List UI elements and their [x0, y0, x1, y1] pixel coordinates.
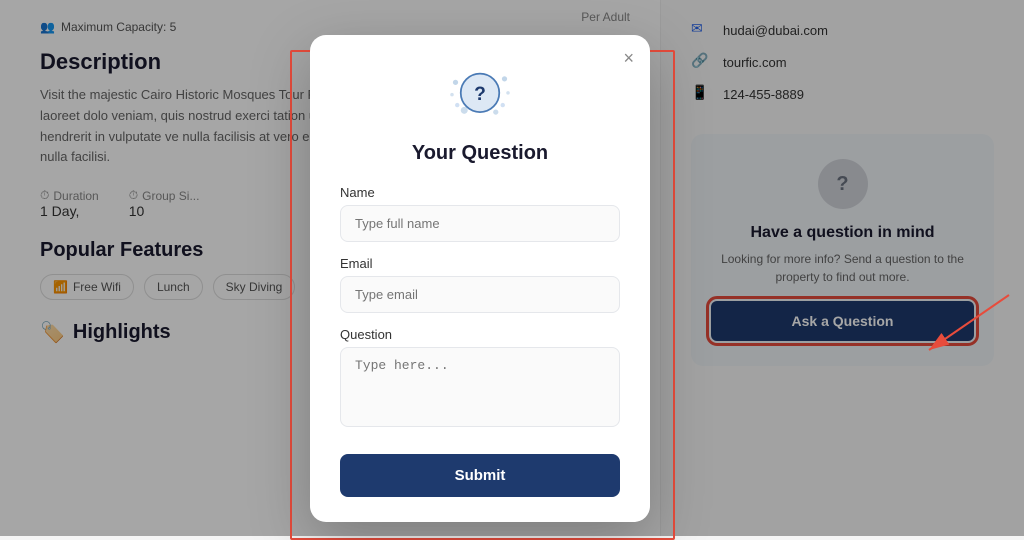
question-textarea[interactable]	[340, 347, 620, 427]
email-label: Email	[340, 256, 620, 271]
modal-icon-container: ?	[340, 65, 620, 130]
modal-title: Your Question	[340, 142, 620, 165]
question-modal: × ? Your Question Name Email Question	[310, 35, 650, 522]
question-label: Question	[340, 327, 620, 342]
question-field-group: Question	[340, 327, 620, 432]
email-input[interactable]	[340, 276, 620, 313]
question-illustration: ?	[445, 65, 515, 125]
email-field-group: Email	[340, 256, 620, 313]
name-label: Name	[340, 185, 620, 200]
submit-button[interactable]: Submit	[340, 454, 620, 497]
name-input[interactable]	[340, 205, 620, 242]
modal-close-button[interactable]: ×	[623, 49, 634, 67]
name-field-group: Name	[340, 185, 620, 242]
svg-text:?: ?	[474, 84, 486, 105]
